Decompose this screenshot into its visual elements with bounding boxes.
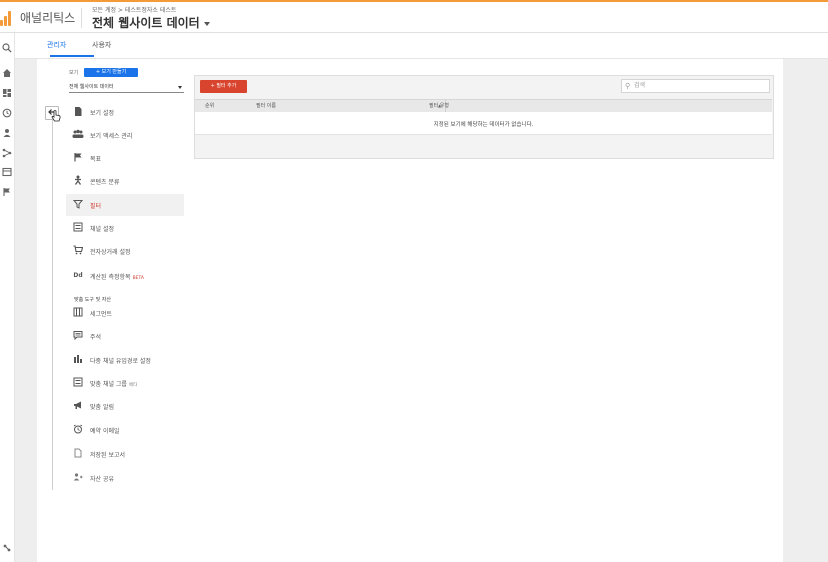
nav-item-label: 다중 채널 유입경로 설정 xyxy=(90,358,151,365)
channel-icon xyxy=(72,377,84,389)
flag-icon xyxy=(72,152,84,164)
report-icon[interactable] xyxy=(2,167,12,177)
nav-item-custom-channel-groups[interactable]: 맞춤 채널 그룹 베타 xyxy=(66,372,184,394)
document-icon xyxy=(72,106,84,118)
nav-item-label: 채널 설정 xyxy=(90,226,114,233)
chevron-down-icon xyxy=(203,21,210,26)
nav-item-label: 전자상거래 설정 xyxy=(90,249,131,256)
segment-icon xyxy=(72,307,84,319)
nav-item-calculated-metrics[interactable]: Dd 계산된 측정항목 BETA xyxy=(66,265,184,287)
table-header: 순위 ▲ 필터 이름 필터 유형 xyxy=(195,99,772,113)
nav-item-saved-reports[interactable]: 저장된 보고서 xyxy=(66,443,184,465)
branch-icon[interactable] xyxy=(2,148,12,158)
search-icon[interactable] xyxy=(2,43,12,53)
search-box[interactable]: ⚲ 검색 xyxy=(621,79,770,93)
comment-icon xyxy=(72,330,84,342)
dd-icon: Dd xyxy=(73,272,83,279)
active-tab-underline xyxy=(50,55,94,57)
nav-item-label: 보기 설정 xyxy=(90,110,114,117)
nav-item-segments[interactable]: 세그먼트 xyxy=(66,302,184,324)
nav-item-label: 예약 이메일 xyxy=(90,428,120,435)
nav-item-annotations[interactable]: 주석 xyxy=(66,325,184,347)
nav-item-filters[interactable]: 필터 xyxy=(66,194,184,216)
beta-badge: 베타 xyxy=(128,383,138,388)
add-filter-button[interactable]: + 필터 추가 xyxy=(200,80,247,93)
nav-item-goals[interactable]: 목표 xyxy=(66,147,184,169)
empty-message: 지정된 보기에 해당하는 데이터가 없습니다. xyxy=(433,122,534,128)
nav-item-scheduled-emails[interactable]: 예약 이메일 xyxy=(66,419,184,441)
view-label: 보기 xyxy=(69,70,79,76)
nav-item-label: 자산 공유 xyxy=(90,476,114,483)
app-header: 애널리틱스 모든 계정 > 테스트정자소 테스트 전체 웹사이트 데이터 xyxy=(0,2,828,33)
column-header-filter-name[interactable]: 필터 이름 xyxy=(256,102,276,109)
nav-item-label: 목표 xyxy=(90,156,102,163)
nav-item-text: 맞춤 채널 그룹 xyxy=(90,381,127,388)
tab-admin[interactable]: 관리자 xyxy=(47,40,66,50)
nav-item-label: 저장된 보고서 xyxy=(90,452,126,459)
nav-tree-line xyxy=(52,120,53,490)
nav-item-label: 콘텐츠 분류 xyxy=(90,179,120,186)
beta-badge: BETA xyxy=(132,276,144,281)
channel-icon xyxy=(72,222,84,234)
person-icon[interactable] xyxy=(2,128,12,138)
column-header-filter-type[interactable]: 필터 유형 xyxy=(429,102,449,109)
hand-cursor-icon xyxy=(51,110,61,125)
dashboard-icon[interactable] xyxy=(2,88,12,98)
share-icon xyxy=(72,472,84,484)
nav-item-label: 세그먼트 xyxy=(90,311,113,318)
nav-item-content-grouping[interactable]: 콘텐츠 분류 xyxy=(66,170,184,192)
alarm-icon xyxy=(72,424,84,436)
nav-item-view-access[interactable]: 보기 액세스 관리 xyxy=(66,124,184,146)
analytics-logo-icon[interactable] xyxy=(0,10,12,26)
nav-item-mcf-settings[interactable]: 다중 채널 유입경로 설정 xyxy=(66,349,184,371)
nav-item-label: 보기 액세스 관리 xyxy=(90,133,133,140)
view-select[interactable]: 전체 웹사이트 데이터 xyxy=(69,82,184,93)
view-title-text: 전체 웹사이트 데이터 xyxy=(92,16,200,30)
settings-icon[interactable] xyxy=(2,543,12,553)
search-icon: ⚲ xyxy=(625,82,631,90)
nav-item-label: 맞춤 알림 xyxy=(90,404,114,411)
left-rail xyxy=(0,33,15,562)
nav-item-custom-alerts[interactable]: 맞춤 알림 xyxy=(66,395,184,417)
clock-icon[interactable] xyxy=(2,108,12,118)
nav-item-view-settings[interactable]: 보기 설정 xyxy=(66,101,184,123)
home-icon[interactable] xyxy=(2,68,12,78)
bars-icon xyxy=(72,354,84,366)
cart-icon xyxy=(72,245,84,257)
saved-doc-icon xyxy=(72,448,84,460)
header-divider xyxy=(81,8,82,28)
create-view-button[interactable]: + 보기 만들기 xyxy=(84,68,138,77)
nav-item-label: 계산된 측정항목 BETA xyxy=(90,272,144,281)
person-icon xyxy=(72,175,84,187)
search-placeholder: 검색 xyxy=(634,82,646,89)
nav-item-label: 필터 xyxy=(90,203,102,210)
nav-item-label: 주석 xyxy=(90,334,102,341)
breadcrumb[interactable]: 모든 계정 > 테스트정자소 테스트 xyxy=(92,5,176,14)
tab-user[interactable]: 사용자 xyxy=(92,40,111,50)
people-icon xyxy=(72,129,84,141)
column-header-rank[interactable]: 순위 xyxy=(205,102,214,109)
chevron-down-icon xyxy=(178,86,182,89)
filter-icon xyxy=(72,199,84,211)
nav-item-channel-settings[interactable]: 채널 설정 xyxy=(66,217,184,239)
app-name: 애널리틱스 xyxy=(20,11,76,25)
nav-item-share-assets[interactable]: 자산 공유 xyxy=(66,467,184,489)
nav-item-label: 맞춤 채널 그룹 베타 xyxy=(90,379,137,388)
table-empty-row: 지정된 보기에 해당하는 데이터가 없습니다. xyxy=(195,112,772,135)
nav-item-ecommerce-settings[interactable]: 전자상거래 설정 xyxy=(66,240,184,262)
flag-icon[interactable] xyxy=(2,187,12,197)
admin-tabs: 관리자 사용자 xyxy=(15,33,828,59)
view-title[interactable]: 전체 웹사이트 데이터 xyxy=(92,14,210,31)
nav-item-text: 계산된 측정항목 xyxy=(90,274,131,281)
megaphone-icon xyxy=(72,400,84,412)
view-select-value: 전체 웹사이트 데이터 xyxy=(69,84,114,90)
